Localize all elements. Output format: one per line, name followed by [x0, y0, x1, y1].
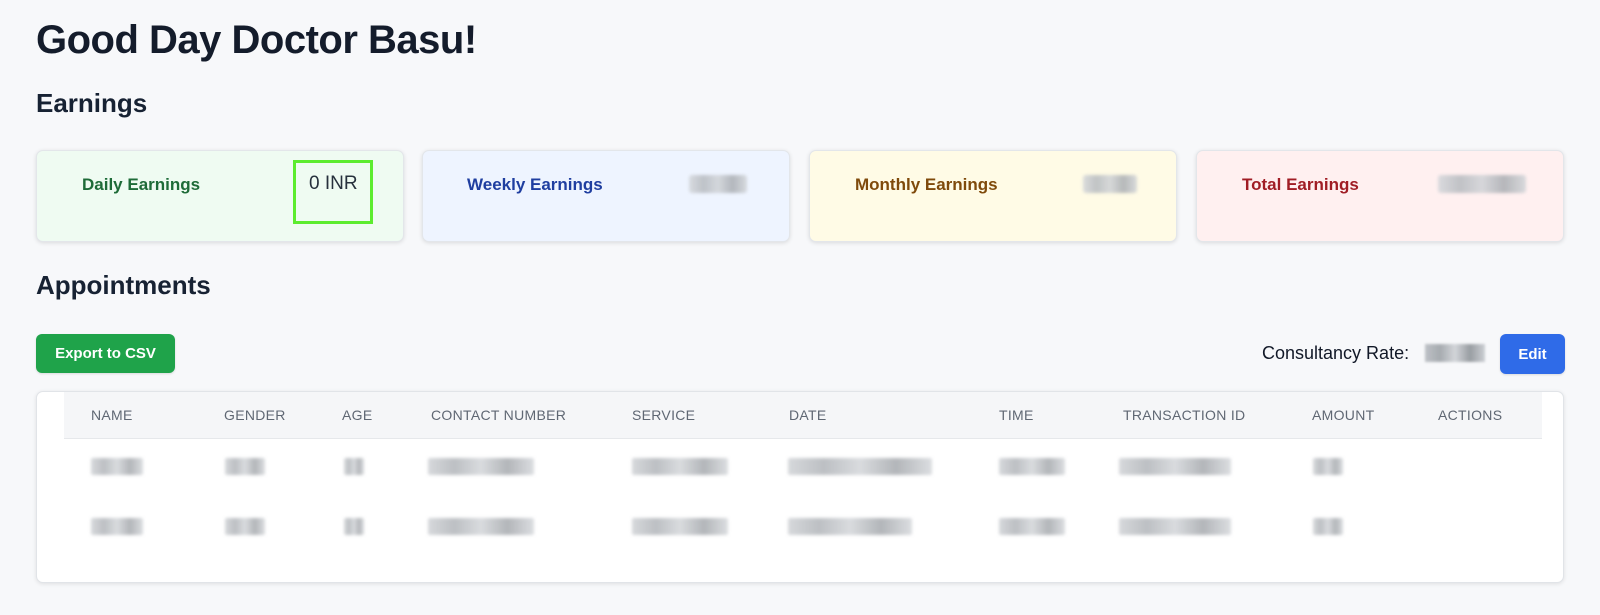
- redacted-cell: [225, 518, 265, 535]
- column-transaction-id: TRANSACTION ID: [1123, 407, 1246, 423]
- redacted-cell: [344, 518, 364, 535]
- edit-rate-button[interactable]: Edit: [1500, 334, 1565, 374]
- column-age: AGE: [342, 407, 373, 423]
- greeting-title: Good Day Doctor Basu!: [36, 18, 477, 62]
- weekly-earnings-value: [689, 175, 747, 193]
- monthly-earnings-label: Monthly Earnings: [855, 175, 998, 194]
- total-earnings-label: Total Earnings: [1242, 175, 1359, 194]
- total-earnings-value: [1438, 175, 1526, 193]
- redacted-cell: [344, 458, 364, 475]
- appointments-section-title: Appointments: [36, 270, 211, 300]
- column-amount: AMOUNT: [1312, 407, 1375, 423]
- redacted-cell: [91, 458, 143, 475]
- redacted-cell: [225, 458, 265, 475]
- redacted-cell: [632, 518, 728, 535]
- daily-earnings-label: Daily Earnings: [82, 175, 201, 194]
- table-header-row: NAME GENDER AGE CONTACT NUMBER SERVICE D…: [64, 392, 1542, 439]
- redacted-cell: [632, 458, 728, 475]
- column-service: SERVICE: [632, 407, 696, 423]
- monthly-earnings-value: [1083, 175, 1137, 193]
- table-row[interactable]: [37, 438, 1563, 498]
- redacted-cell: [788, 458, 932, 475]
- doctor-dashboard: Good Day Doctor Basu! Earnings Daily Ear…: [0, 0, 1600, 615]
- daily-earnings-value: 0 INR: [309, 173, 358, 194]
- export-csv-button[interactable]: Export to CSV: [36, 334, 175, 373]
- daily-earnings-card: Daily Earnings 0 INR: [36, 150, 404, 242]
- redacted-cell: [1313, 458, 1343, 475]
- consultancy-rate-label: Consultancy Rate:: [1262, 343, 1410, 363]
- column-contact-number: CONTACT NUMBER: [431, 407, 567, 423]
- redacted-cell: [1313, 518, 1343, 535]
- redacted-cell: [788, 518, 912, 535]
- weekly-earnings-card: Weekly Earnings: [422, 150, 790, 242]
- redacted-cell: [999, 458, 1065, 475]
- column-actions: ACTIONS: [1438, 407, 1503, 423]
- weekly-earnings-label: Weekly Earnings: [467, 175, 603, 194]
- earnings-section-title: Earnings: [36, 88, 148, 118]
- earnings-cards: Daily Earnings 0 INR Weekly Earnings Mon…: [36, 150, 1564, 244]
- total-earnings-card: Total Earnings: [1196, 150, 1564, 242]
- redacted-cell: [91, 518, 143, 535]
- redacted-cell: [999, 518, 1065, 535]
- redacted-cell: [1119, 458, 1231, 475]
- column-time: TIME: [999, 407, 1034, 423]
- monthly-earnings-card: Monthly Earnings: [809, 150, 1177, 242]
- consultancy-rate-value: [1425, 344, 1485, 362]
- appointments-table: NAME GENDER AGE CONTACT NUMBER SERVICE D…: [36, 391, 1564, 583]
- column-name: NAME: [91, 407, 133, 423]
- table-row[interactable]: [37, 498, 1563, 558]
- redacted-cell: [1119, 518, 1231, 535]
- column-date: DATE: [789, 407, 827, 423]
- column-gender: GENDER: [224, 407, 286, 423]
- redacted-cell: [428, 458, 534, 475]
- redacted-cell: [428, 518, 534, 535]
